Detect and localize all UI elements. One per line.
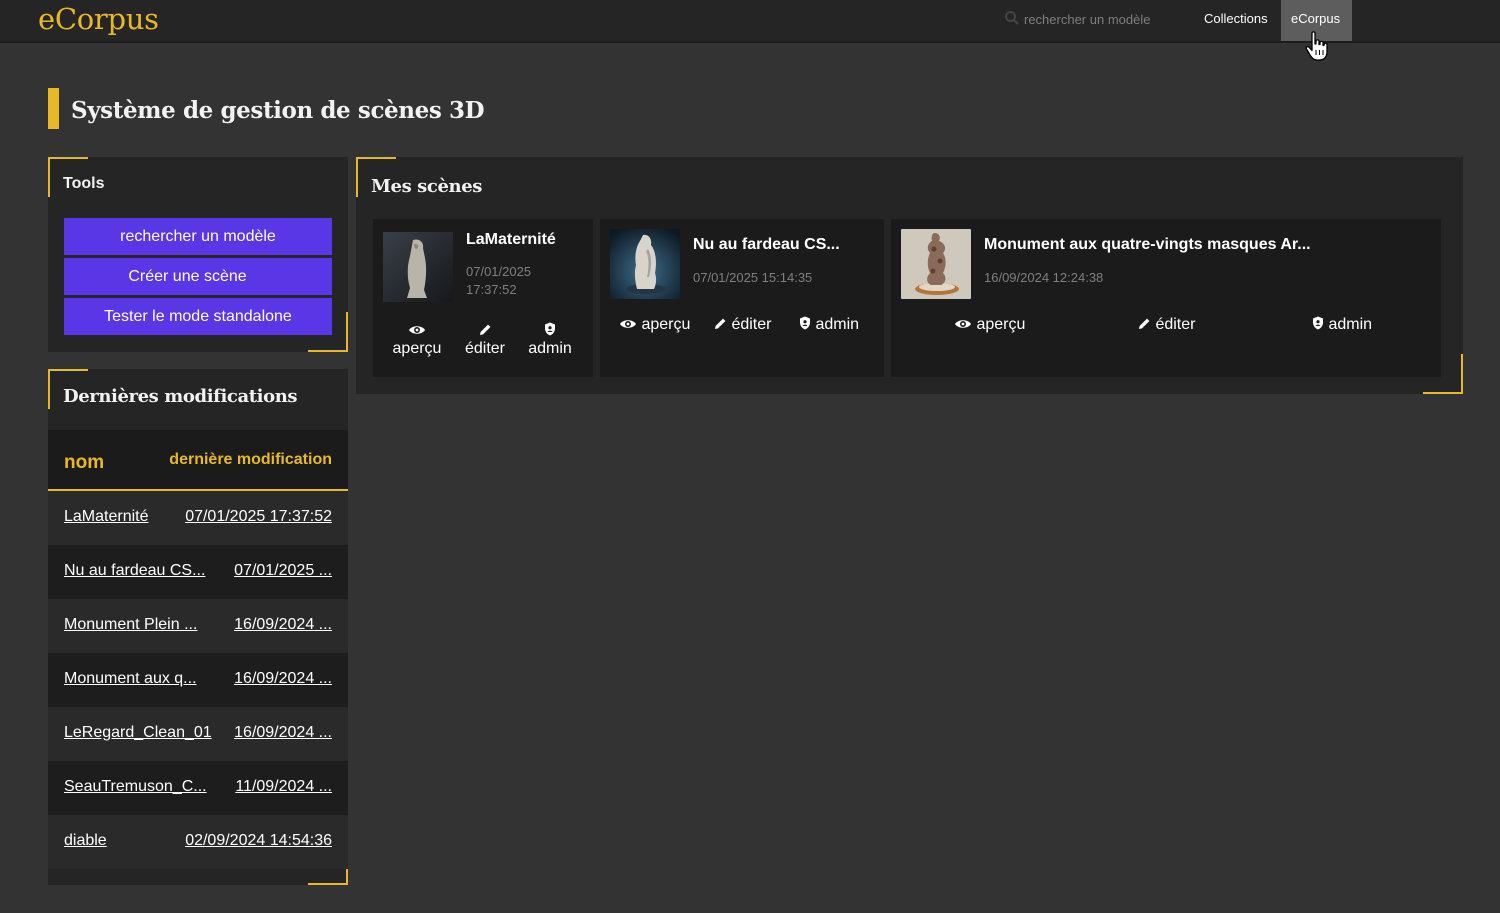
pencil-icon [479,324,490,335]
edit-action[interactable]: éditer [714,316,771,334]
admin-label: admin [528,340,572,357]
row-name-link[interactable]: LaMaternité [64,508,149,526]
standalone-mode-button[interactable]: Tester le mode standalone [64,298,332,335]
preview-label: aperçu [641,316,691,333]
eye-icon [620,320,636,328]
scene-thumbnail[interactable] [383,232,453,302]
scene-thumbnail[interactable] [901,229,971,299]
edit-label: éditer [731,316,772,333]
recent-changes-panel: Dernières modifications nom dernière mod… [48,369,348,885]
scene-title[interactable]: Nu au fardeau CS... [693,236,840,254]
row-date-link[interactable]: 07/01/2025 ... [234,562,332,580]
recent-changes-title: Dernières modifications [63,386,298,407]
admin-label: admin [1328,316,1373,333]
search-icon [1005,11,1019,25]
row-date-link[interactable]: 11/09/2024 ... [235,778,332,796]
search-input[interactable] [1024,9,1174,29]
edit-action[interactable]: éditer [459,322,511,358]
my-scenes-panel: Mes scènes LaMaternité 07/01/2025 17:37:… [356,157,1463,394]
edit-action[interactable]: éditer [1138,316,1195,334]
table-row: diable 02/09/2024 14:54:36 [48,815,348,869]
hand-cursor-icon [1305,31,1328,61]
search-model-button[interactable]: rechercher un modèle [64,218,332,255]
scene-thumbnail[interactable] [610,229,680,299]
brand-logo[interactable]: eCorpus [38,2,159,36]
row-date-link[interactable]: 02/09/2024 14:54:36 [185,832,332,850]
row-name-link[interactable]: diable [64,832,107,850]
shield-icon [800,316,810,330]
column-header-modified[interactable]: dernière modification [169,451,332,469]
top-navbar: eCorpus Collections eCorpus [0,0,1500,43]
preview-action[interactable]: aperçu [619,316,690,334]
page-title: Système de gestion de scènes 3D [71,97,485,124]
shield-icon [545,322,555,336]
scene-card[interactable]: LaMaternité 07/01/2025 17:37:52 aperçu é… [373,219,593,377]
row-name-link[interactable]: Nu au fardeau CS... [64,562,205,580]
tools-title: Tools [63,175,105,192]
preview-label: aperçu [392,340,442,357]
row-name-link[interactable]: SeauTremuson_C... [64,778,207,796]
preview-action[interactable]: aperçu [389,322,445,358]
table-row: SeauTremuson_C... 11/09/2024 ... [48,761,348,815]
shield-icon [1313,316,1323,330]
edit-label: éditer [1155,316,1196,333]
table-row: LeRegard_Clean_01 16/09/2024 ... [48,707,348,761]
table-row: Nu au fardeau CS... 07/01/2025 ... [48,545,348,599]
table-row: LaMaternité 07/01/2025 17:37:52 [48,491,348,545]
pencil-icon [715,318,726,329]
scene-date: 07/01/2025 15:14:35 [693,270,813,285]
table-row: Monument Plein ... 16/09/2024 ... [48,599,348,653]
row-date-link[interactable]: 16/09/2024 ... [234,616,332,634]
preview-action[interactable]: aperçu [954,316,1025,334]
tools-panel: Tools rechercher un modèle Créer une scè… [48,157,348,352]
scene-date-line: 17:37:52 [466,282,517,297]
row-name-link[interactable]: Monument aux q... [64,670,197,688]
my-scenes-title: Mes scènes [371,176,482,197]
scene-title[interactable]: Monument aux quatre-vingts masques Ar... [984,236,1311,254]
create-scene-button[interactable]: Créer une scène [64,258,332,295]
row-date-link[interactable]: 16/09/2024 ... [234,724,332,742]
preview-label: aperçu [976,316,1026,333]
scene-date-line: 07/01/2025 [466,264,532,279]
row-name-link[interactable]: Monument Plein ... [64,616,197,634]
scene-date: 16/09/2024 12:24:38 [984,270,1104,285]
title-accent-bar [48,88,59,129]
admin-action[interactable]: admin [523,322,577,358]
scene-date: 07/01/2025 17:37:52 [466,263,531,299]
row-name-link[interactable]: LeRegard_Clean_01 [64,724,212,742]
admin-label: admin [815,316,860,333]
scene-card[interactable]: Monument aux quatre-vingts masques Ar...… [891,219,1441,377]
edit-label: éditer [464,340,506,357]
table-header: nom dernière modification [48,430,348,491]
scene-title[interactable]: LaMaternité [466,231,556,249]
table-row: Monument aux q... 16/09/2024 ... [48,653,348,707]
eye-icon [409,326,425,334]
pencil-icon [1139,318,1150,329]
admin-action[interactable]: admin [799,316,859,334]
row-date-link[interactable]: 16/09/2024 ... [234,670,332,688]
eye-icon [955,320,971,328]
scene-card[interactable]: Nu au fardeau CS... 07/01/2025 15:14:35 … [600,219,884,377]
row-date-link[interactable]: 07/01/2025 17:37:52 [185,508,332,526]
admin-action[interactable]: admin [1312,316,1372,334]
search-box[interactable] [1004,9,1174,31]
column-header-name[interactable]: nom [64,452,104,474]
nav-collections[interactable]: Collections [1194,0,1280,41]
